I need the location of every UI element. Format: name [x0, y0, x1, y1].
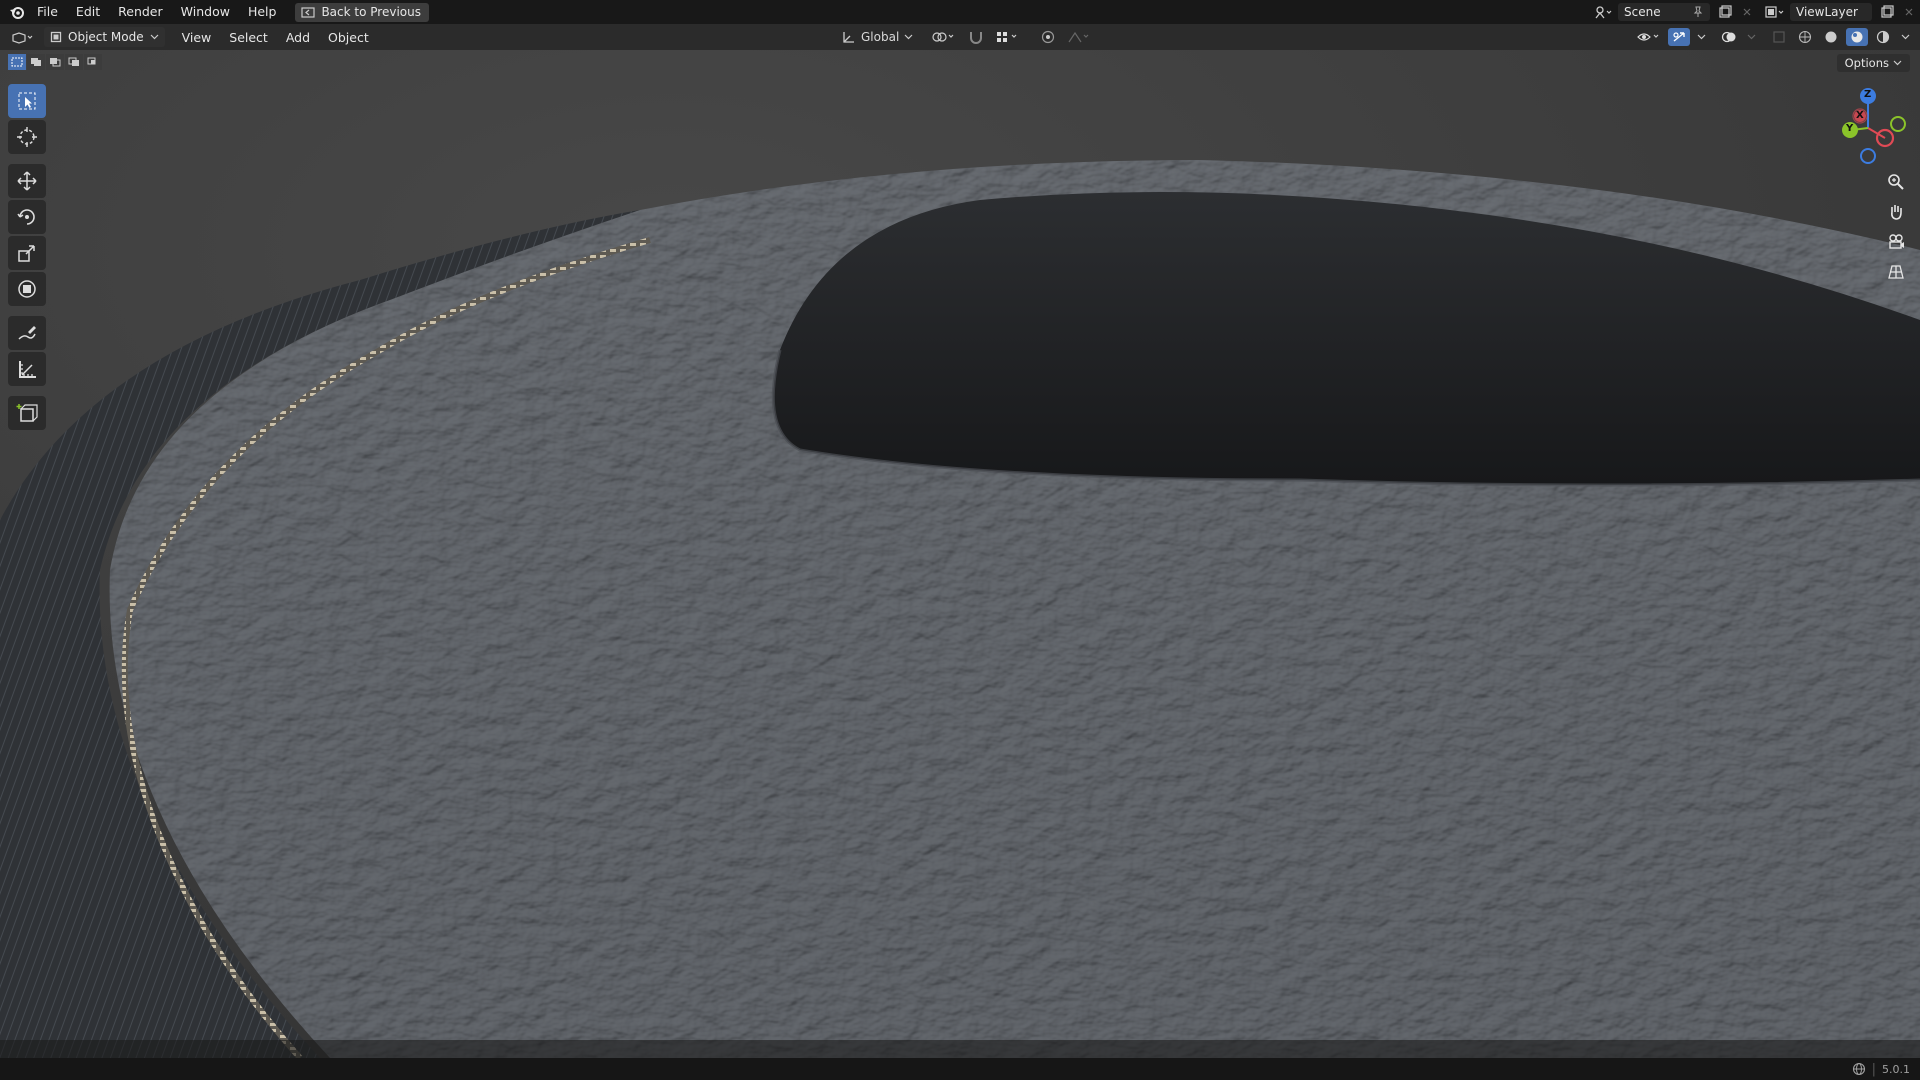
- overlays-toggle-icon[interactable]: [1718, 28, 1740, 46]
- gizmo-x-label: X: [1856, 110, 1864, 121]
- wireframe-shading-icon[interactable]: [1794, 28, 1816, 46]
- options-label: Options: [1844, 56, 1889, 70]
- select-intersect-icon[interactable]: [84, 54, 102, 70]
- snap-increment-icon[interactable]: [993, 28, 1023, 46]
- view-layer-name: ViewLayer: [1796, 5, 1858, 19]
- menu-help[interactable]: Help: [239, 0, 286, 24]
- menu-window[interactable]: Window: [172, 0, 239, 24]
- selectability-visibility-icon[interactable]: [1634, 28, 1664, 46]
- zoom-icon[interactable]: [1882, 170, 1910, 194]
- scale-tool-icon[interactable]: [8, 236, 46, 270]
- snap-magnet-icon[interactable]: [965, 28, 987, 46]
- back-to-previous-button[interactable]: Back to Previous: [295, 2, 429, 22]
- view-layer-selector-icon[interactable]: [1764, 3, 1786, 21]
- view-layer-name-field[interactable]: ViewLayer: [1790, 3, 1872, 21]
- select-box-tool-icon[interactable]: [8, 84, 46, 118]
- perspective-toggle-icon[interactable]: [1882, 260, 1910, 284]
- scene-selector-icon[interactable]: [1592, 3, 1614, 21]
- select-new-icon[interactable]: [8, 54, 26, 70]
- object-cube-icon: [50, 31, 62, 43]
- move-tool-icon[interactable]: [8, 164, 46, 198]
- viewport-navigation-buttons: [1882, 170, 1910, 284]
- select-extend-icon[interactable]: [27, 54, 45, 70]
- chevron-down-icon: [150, 34, 159, 40]
- camera-view-icon[interactable]: [1882, 230, 1910, 254]
- object-mode-label: Object Mode: [68, 30, 144, 44]
- rendered-shading-icon[interactable]: [1872, 28, 1894, 46]
- new-scene-icon[interactable]: [1714, 3, 1736, 21]
- material-preview-shading-icon[interactable]: [1846, 28, 1868, 46]
- scene-name-field[interactable]: Scene: [1618, 3, 1710, 21]
- viewport-header: Object Mode View Select Add Object Globa…: [0, 24, 1920, 50]
- gizmo-y-label: Y: [1846, 123, 1854, 134]
- xray-toggle-icon[interactable]: [1768, 28, 1790, 46]
- status-separator: |: [1871, 1061, 1876, 1077]
- cursor-tool-icon[interactable]: [8, 120, 46, 154]
- new-view-layer-icon[interactable]: [1876, 3, 1898, 21]
- options-dropdown[interactable]: Options: [1836, 54, 1910, 72]
- blender-logo-icon[interactable]: [6, 1, 28, 23]
- select-subtract-icon[interactable]: [46, 54, 64, 70]
- transform-orientation-select[interactable]: Global: [838, 30, 917, 44]
- gizmo-dropdown-icon[interactable]: [1694, 28, 1708, 46]
- gizmo-z-label: Z: [1864, 89, 1872, 100]
- proportional-editing-icon[interactable]: [1037, 28, 1059, 46]
- back-screen-icon: [301, 6, 316, 18]
- solid-shading-icon[interactable]: [1820, 28, 1842, 46]
- gizmo-toggle-icon[interactable]: [1668, 28, 1690, 46]
- chevron-down-icon: [904, 34, 913, 40]
- pivot-point-icon[interactable]: [929, 28, 959, 46]
- chevron-down-icon: [1893, 60, 1902, 66]
- add-cube-tool-icon[interactable]: [8, 396, 46, 430]
- header-menu-view[interactable]: View: [173, 30, 221, 45]
- version-label: 5.0.1: [1882, 1062, 1910, 1076]
- globe-icon: [1852, 1062, 1865, 1076]
- navigation-gizmo[interactable]: Z Y X: [1830, 86, 1910, 166]
- orientation-label: Global: [861, 30, 900, 44]
- select-invert-icon[interactable]: [65, 54, 83, 70]
- falloff-curve-icon[interactable]: [1065, 28, 1095, 46]
- menu-file[interactable]: File: [28, 0, 67, 24]
- transform-tool-icon[interactable]: [8, 272, 46, 306]
- annotate-tool-icon[interactable]: [8, 316, 46, 350]
- shading-dropdown-icon[interactable]: [1898, 28, 1912, 46]
- header-menu-object[interactable]: Object: [319, 30, 378, 45]
- header-menu-add[interactable]: Add: [277, 30, 319, 45]
- measure-tool-icon[interactable]: [8, 352, 46, 386]
- menu-render[interactable]: Render: [109, 0, 172, 24]
- selection-mode-buttons: [8, 54, 102, 70]
- remove-scene-icon[interactable]: [1736, 3, 1758, 21]
- back-to-previous-label: Back to Previous: [321, 5, 421, 19]
- status-bar: | 5.0.1: [0, 1058, 1920, 1080]
- 3d-viewport[interactable]: Options: [0, 50, 1920, 1058]
- scene-name: Scene: [1624, 5, 1661, 19]
- overlays-dropdown-icon[interactable]: [1744, 28, 1758, 46]
- editor-type-icon[interactable]: [6, 28, 38, 46]
- menu-edit[interactable]: Edit: [67, 0, 109, 24]
- remove-view-layer-icon[interactable]: [1898, 3, 1920, 21]
- pin-icon[interactable]: [1692, 6, 1704, 18]
- pan-hand-icon[interactable]: [1882, 200, 1910, 224]
- rotate-tool-icon[interactable]: [8, 200, 46, 234]
- orientation-axes-icon: [843, 32, 854, 43]
- header-menu-select[interactable]: Select: [220, 30, 277, 45]
- top-bar: File Edit Render Window Help Back to Pre…: [0, 0, 1920, 24]
- object-mode-select[interactable]: Object Mode: [44, 27, 165, 47]
- tool-shelf: [8, 84, 46, 430]
- viewport-render: [0, 50, 1920, 1058]
